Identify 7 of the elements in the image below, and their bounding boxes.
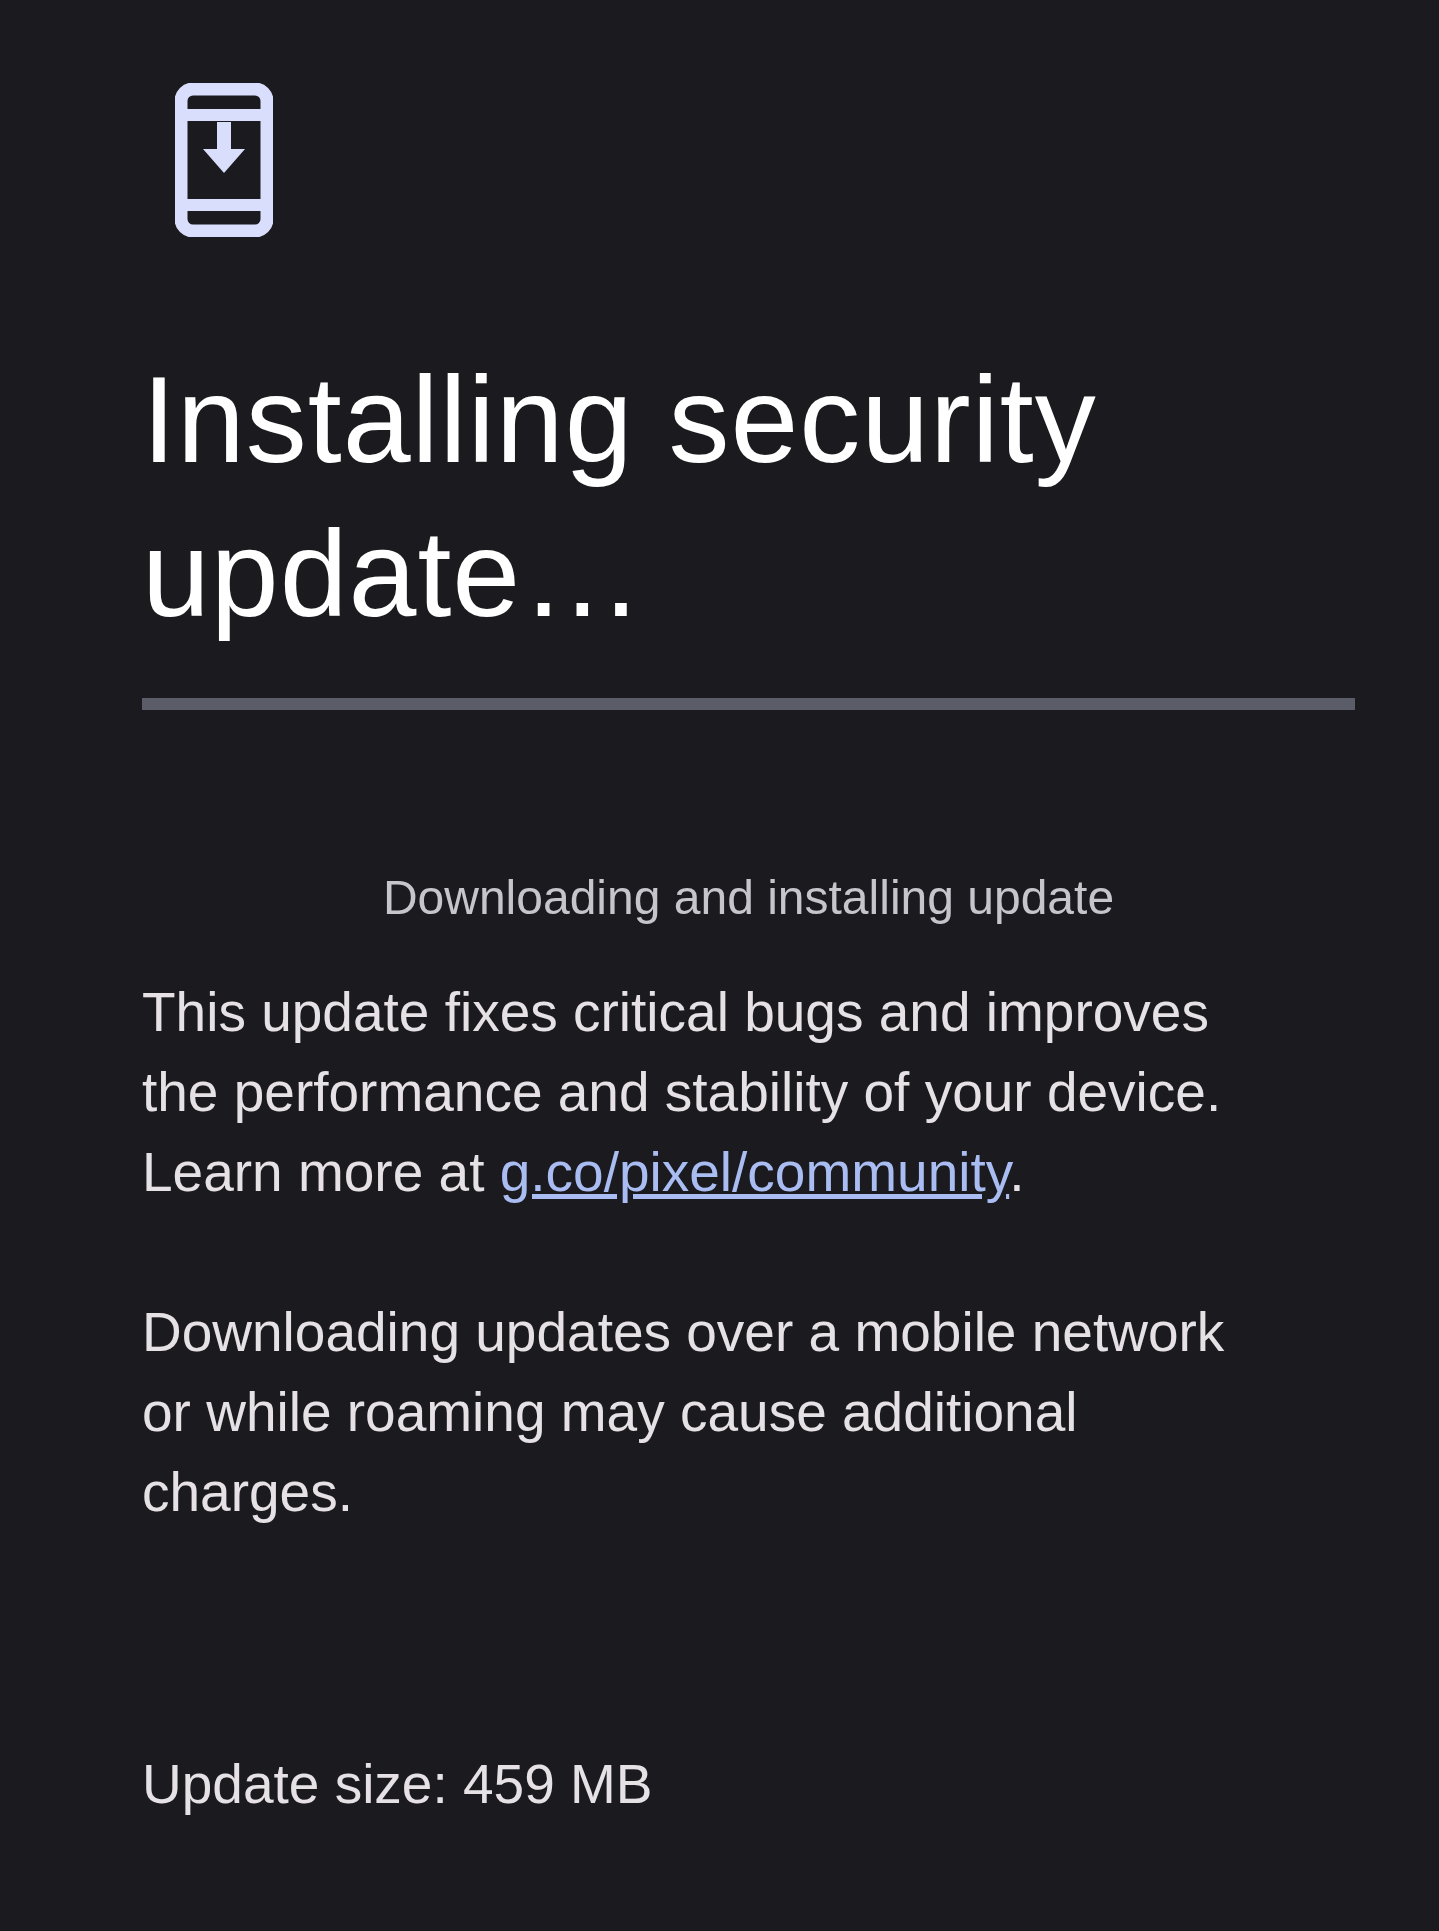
notice-text: Downloading updates over a mobile network or while roaming may cause additional charges. (142, 1300, 1226, 1525)
screen-title: Installing security update… (142, 351, 1098, 644)
phone-download-icon (175, 83, 273, 237)
update-size-text: Update size: 459 MB (142, 1752, 654, 1817)
community-link[interactable]: g.co/pixel/community (499, 1141, 1010, 1203)
description-text: This update fixes critical bugs and improves the performance and stability of your device. Learn more at g.co/pixel/community. (142, 980, 1223, 1205)
status-text: Downloading and installing update (381, 870, 1116, 926)
